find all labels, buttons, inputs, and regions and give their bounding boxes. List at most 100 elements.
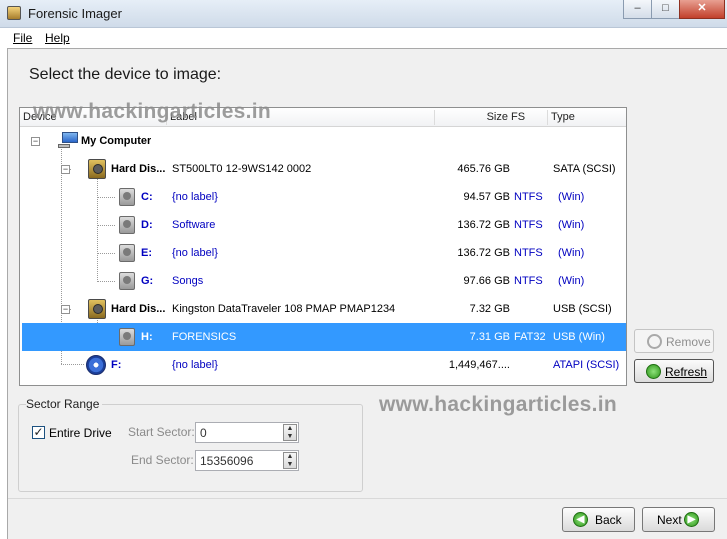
device-label: {no label}	[172, 359, 218, 371]
refresh-button[interactable]: Refresh	[634, 359, 714, 383]
tree-row-cd-drive[interactable]: F: {no label} 1,449,467.... ATAPI (SCSI)	[20, 351, 626, 379]
device-label: {no label}	[172, 191, 218, 203]
spin-up-icon[interactable]: ▲	[287, 425, 294, 432]
collapse-toggle[interactable]: −	[31, 137, 40, 146]
device-name: F:	[111, 359, 122, 371]
column-fs[interactable]: FS	[511, 108, 525, 127]
end-sector-input[interactable]: 15356096 ▲ ▼	[195, 450, 299, 471]
refresh-icon	[646, 364, 661, 379]
tree-row-volume[interactable]: D: Software 136.72 GB NTFS (Win)	[20, 211, 626, 239]
device-name: My Computer	[81, 135, 152, 147]
hard-disk-icon	[88, 159, 106, 179]
device-fs: NTFS	[514, 219, 543, 231]
back-button[interactable]: ◀ Back	[562, 507, 635, 532]
menu-help[interactable]: Help	[45, 31, 70, 45]
next-button[interactable]: Next ▶	[642, 507, 715, 532]
watermark-text: www.hackingarticles.in	[33, 100, 272, 123]
page-heading: Select the device to image:	[29, 66, 222, 83]
app-icon	[7, 6, 21, 20]
volume-icon	[119, 216, 135, 234]
back-label: Back	[595, 513, 622, 527]
tree-row-volume[interactable]: G: Songs 97.66 GB NTFS (Win)	[20, 267, 626, 295]
device-size: 94.57 GB	[463, 191, 510, 203]
minimize-button[interactable]: –	[623, 0, 651, 19]
end-sector-stepper[interactable]: ▲ ▼	[283, 452, 297, 469]
next-arrow-icon: ▶	[684, 512, 699, 527]
spin-down-icon[interactable]: ▼	[287, 433, 294, 440]
device-list[interactable]: Device Label Size FS Type − My Computer …	[19, 107, 627, 386]
next-label: Next	[657, 513, 682, 527]
window-title: Forensic Imager	[28, 6, 122, 21]
remove-button[interactable]: Remove	[634, 329, 714, 353]
device-size: 465.76 GB	[457, 163, 510, 175]
entire-drive-label[interactable]: Entire Drive	[49, 426, 112, 440]
remove-label: Remove	[666, 335, 711, 349]
device-name: G:	[141, 275, 154, 287]
back-arrow-icon: ◀	[573, 512, 588, 527]
device-name: C:	[141, 191, 153, 203]
device-type: ATAPI (SCSI)	[553, 359, 620, 371]
spin-up-icon[interactable]: ▲	[287, 453, 294, 460]
device-fs: NTFS	[514, 247, 543, 259]
device-size: 97.66 GB	[463, 275, 510, 287]
column-separator	[434, 110, 435, 125]
device-label: Songs	[172, 275, 204, 287]
end-sector-label: End Sector:	[131, 453, 194, 467]
start-sector-stepper[interactable]: ▲ ▼	[283, 424, 297, 441]
start-sector-input[interactable]: 0 ▲ ▼	[195, 422, 299, 443]
device-label: FORENSICS	[172, 331, 237, 343]
cd-drive-icon	[86, 355, 106, 375]
device-type: (Win)	[558, 191, 585, 203]
device-name: E:	[141, 247, 152, 259]
end-sector-value: 15356096	[200, 454, 254, 468]
window-controls: – □ ✕	[623, 0, 725, 20]
device-type: (Win)	[558, 219, 585, 231]
collapse-toggle[interactable]: −	[61, 305, 70, 314]
tree-row-volume[interactable]: E: {no label} 136.72 GB NTFS (Win)	[20, 239, 626, 267]
sector-range-title: Sector Range	[26, 397, 103, 411]
device-type: SATA (SCSI)	[553, 163, 616, 175]
device-type: USB (SCSI)	[553, 303, 612, 315]
footer-divider	[8, 498, 727, 499]
device-size: 7.31 GB	[469, 331, 510, 343]
device-label: Kingston DataTraveler 108 PMAP PMAP1234	[172, 303, 396, 315]
device-name: H:	[141, 331, 153, 343]
entire-drive-checkbox[interactable]: ✓	[32, 426, 45, 439]
volume-icon	[119, 328, 135, 346]
remove-icon	[647, 334, 662, 349]
device-fs: NTFS	[514, 275, 543, 287]
device-label: Software	[172, 219, 216, 231]
menu-file[interactable]: File	[13, 31, 32, 45]
spin-down-icon[interactable]: ▼	[287, 461, 294, 468]
volume-icon	[119, 244, 135, 262]
refresh-label: Refresh	[665, 365, 708, 379]
device-fs: NTFS	[514, 191, 543, 203]
column-size[interactable]: Size	[440, 108, 508, 127]
close-button[interactable]: ✕	[679, 0, 725, 19]
tree-row-my-computer[interactable]: − My Computer	[20, 127, 626, 155]
device-name: Hard Dis...	[111, 163, 166, 175]
collapse-toggle[interactable]: −	[61, 165, 70, 174]
device-size: 136.72 GB	[457, 247, 510, 259]
volume-icon	[119, 188, 135, 206]
volume-icon	[119, 272, 135, 290]
start-sector-value: 0	[200, 426, 207, 440]
device-type: USB (Win)	[553, 331, 605, 343]
device-label: ST500LT0 12-9WS142 0002	[172, 163, 312, 175]
device-name: D:	[141, 219, 153, 231]
tree-row-hard-disk[interactable]: − Hard Dis... ST500LT0 12-9WS142 0002 46…	[20, 155, 626, 183]
device-type: (Win)	[558, 275, 585, 287]
tree-row-hard-disk[interactable]: − Hard Dis... Kingston DataTraveler 108 …	[20, 295, 626, 323]
watermark-text: www.hackingarticles.in	[379, 393, 618, 416]
start-sector-label: Start Sector:	[128, 425, 195, 439]
sector-range-group	[18, 404, 363, 492]
maximize-button[interactable]: □	[651, 0, 679, 19]
device-label: {no label}	[172, 247, 218, 259]
device-type: (Win)	[558, 247, 585, 259]
tree-row-volume[interactable]: C: {no label} 94.57 GB NTFS (Win)	[20, 183, 626, 211]
column-type[interactable]: Type	[551, 108, 575, 127]
tree-row-volume-selected[interactable]: H: FORENSICS 7.31 GB FAT32 USB (Win)	[22, 323, 626, 351]
device-size: 1,449,467....	[448, 359, 510, 371]
device-size: 136.72 GB	[457, 219, 510, 231]
column-separator	[547, 110, 548, 125]
